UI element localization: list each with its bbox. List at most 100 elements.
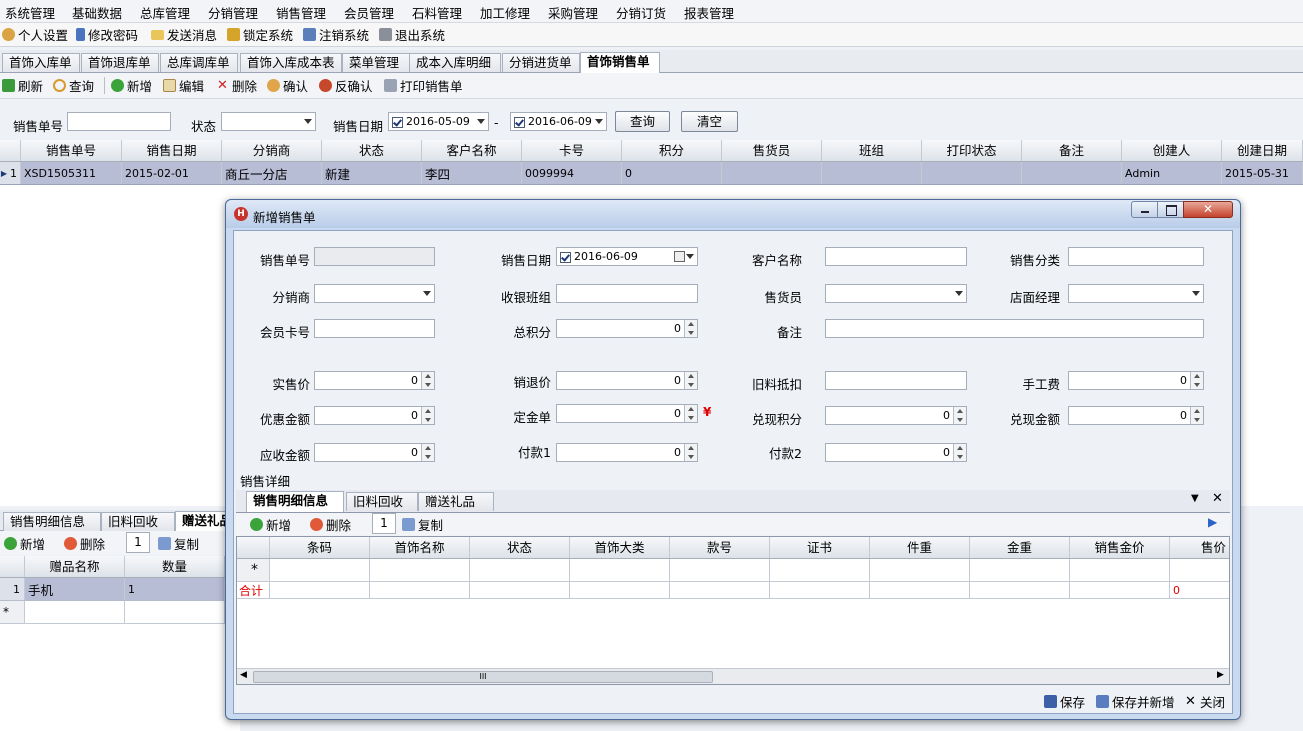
minimize-button[interactable] (1131, 201, 1158, 218)
new-cell[interactable] (1170, 559, 1229, 581)
pay2-stepper[interactable]: 0 (825, 443, 967, 462)
col-header[interactable]: 首饰大类 (570, 537, 670, 558)
close-window-button[interactable]: ✕ (1183, 201, 1233, 218)
scroll-left-icon[interactable]: ◀ (240, 670, 247, 680)
maximize-button[interactable] (1157, 201, 1184, 218)
save-and-new-button[interactable]: 保存并新增 (1096, 693, 1175, 710)
tab-sale-detail[interactable]: 销售明细信息 (3, 512, 101, 531)
quick-send-message[interactable]: 发送消息 (151, 26, 217, 43)
menu-system[interactable]: 系统管理 (5, 3, 55, 22)
col-header[interactable]: 金重 (970, 537, 1070, 558)
close-dialog-button[interactable]: ✕ 关闭 (1184, 693, 1225, 710)
menu-processing[interactable]: 加工修理 (480, 3, 530, 22)
col-header[interactable]: 状态 (470, 537, 570, 558)
spinner-icon[interactable] (421, 444, 434, 461)
col-header[interactable]: 售价 (1170, 537, 1229, 558)
new-cell[interactable] (870, 559, 970, 581)
menu-distribution[interactable]: 分销管理 (208, 3, 258, 22)
col-header[interactable]: 件重 (870, 537, 970, 558)
detail-add-button[interactable]: 新增 (250, 516, 291, 533)
tab-gifts[interactable]: 赠送礼品 (418, 492, 494, 511)
quick-personal-settings[interactable]: 个人设置 (2, 26, 68, 43)
actual-price-stepper[interactable]: 0 (314, 371, 435, 390)
new-cell[interactable] (270, 559, 370, 581)
scroll-right-icon[interactable]: ▶ (1217, 670, 1224, 680)
remark-field[interactable] (825, 319, 1204, 338)
customer-field[interactable] (825, 247, 967, 266)
horizontal-scrollbar[interactable]: ◀ III ▶ (237, 668, 1229, 684)
menu-purchase[interactable]: 采购管理 (548, 3, 598, 22)
menu-warehouse[interactable]: 总库管理 (140, 3, 190, 22)
col-header[interactable]: 班组 (822, 140, 922, 161)
redeem-amount-stepper[interactable]: 0 (1068, 406, 1204, 425)
col-header[interactable]: 条码 (270, 537, 370, 558)
discount-stepper[interactable]: 0 (314, 406, 435, 425)
col-header[interactable]: 备注 (1022, 140, 1122, 161)
lower-copy-button[interactable]: 复制 (158, 535, 199, 552)
print-sales-button[interactable]: 打印销售单 (384, 77, 463, 94)
table-row[interactable]: 1 手机 1 (0, 578, 240, 601)
old-deduct-field[interactable] (825, 371, 967, 390)
date-from-checkbox[interactable] (392, 116, 403, 128)
query-filter-button[interactable]: 查询 (615, 111, 670, 132)
col-header[interactable]: 积分 (622, 140, 722, 161)
col-header[interactable]: 赠品名称 (25, 556, 125, 577)
col-header[interactable]: 证书 (770, 537, 870, 558)
tab-menu-management[interactable]: 菜单管理 (342, 53, 418, 72)
lower-add-button[interactable]: 新增 (4, 535, 45, 552)
detail-page-box[interactable]: 1 (372, 513, 396, 534)
new-cell[interactable] (125, 601, 225, 623)
menu-distribution-order[interactable]: 分销订货 (616, 3, 666, 22)
col-header[interactable]: 销售单号 (21, 140, 122, 161)
new-cell[interactable] (770, 559, 870, 581)
tab-jewelry-inbound[interactable]: 首饰入库单 (2, 53, 80, 72)
tab-old-recycle[interactable]: 旧料回收 (101, 512, 175, 531)
col-header[interactable]: 卡号 (522, 140, 622, 161)
spinner-icon[interactable] (421, 407, 434, 424)
spinner-icon[interactable] (421, 372, 434, 389)
delete-button[interactable]: ✕ 删除 (216, 77, 257, 94)
tab-jewelry-return[interactable]: 首饰退库单 (81, 53, 159, 72)
date-from-picker[interactable]: 2016-05-09 (388, 112, 489, 131)
quick-change-password[interactable]: 修改密码 (76, 26, 138, 43)
new-cell[interactable] (570, 559, 670, 581)
new-row[interactable]: * (0, 601, 240, 624)
menu-reports[interactable]: 报表管理 (684, 3, 734, 22)
new-cell[interactable] (970, 559, 1070, 581)
status-select[interactable] (221, 112, 316, 131)
menu-member[interactable]: 会员管理 (344, 3, 394, 22)
salesperson-select[interactable] (825, 284, 967, 303)
query-button[interactable]: 查询 (53, 77, 94, 94)
col-header[interactable]: 销售日期 (122, 140, 222, 161)
col-header[interactable]: 销售金价 (1070, 537, 1170, 558)
tab-jewelry-sales[interactable]: 首饰销售单 (580, 52, 660, 73)
redeem-points-stepper[interactable]: 0 (825, 406, 967, 425)
col-header[interactable]: 打印状态 (922, 140, 1022, 161)
spinner-icon[interactable] (1190, 407, 1203, 424)
detail-delete-button[interactable]: 删除 (310, 516, 351, 533)
total-points-stepper[interactable]: 0 (556, 319, 698, 338)
scroll-right-icon[interactable]: ▶ (1208, 515, 1217, 529)
spinner-icon[interactable] (684, 444, 697, 461)
receivable-stepper[interactable]: 0 (314, 443, 435, 462)
col-header[interactable]: 售货员 (722, 140, 822, 161)
refresh-button[interactable]: 刷新 (2, 77, 43, 94)
col-header[interactable]: 分销商 (222, 140, 322, 161)
col-header[interactable]: 客户名称 (422, 140, 522, 161)
menu-stone[interactable]: 石料管理 (412, 3, 462, 22)
date-to-checkbox[interactable] (514, 116, 525, 128)
spinner-icon[interactable] (684, 372, 697, 389)
spinner-icon[interactable] (684, 405, 697, 422)
spinner-icon[interactable] (1190, 372, 1203, 389)
tab-inbound-cost[interactable]: 首饰入库成本表 (240, 53, 342, 72)
new-cell[interactable] (470, 559, 570, 581)
lower-page-box[interactable]: 1 (126, 532, 150, 553)
add-button[interactable]: 新增 (111, 77, 152, 94)
menu-sales[interactable]: 销售管理 (276, 3, 326, 22)
sale-date-picker[interactable]: 2016-06-09 (556, 247, 698, 266)
close-icon[interactable]: ✕ (1212, 491, 1223, 506)
member-card-field[interactable] (314, 319, 435, 338)
sale-no-input[interactable] (67, 112, 171, 131)
tab-sale-detail-info[interactable]: 销售明细信息 (246, 491, 344, 512)
tab-cost-inbound-detail[interactable]: 成本入库明细 (409, 53, 501, 72)
